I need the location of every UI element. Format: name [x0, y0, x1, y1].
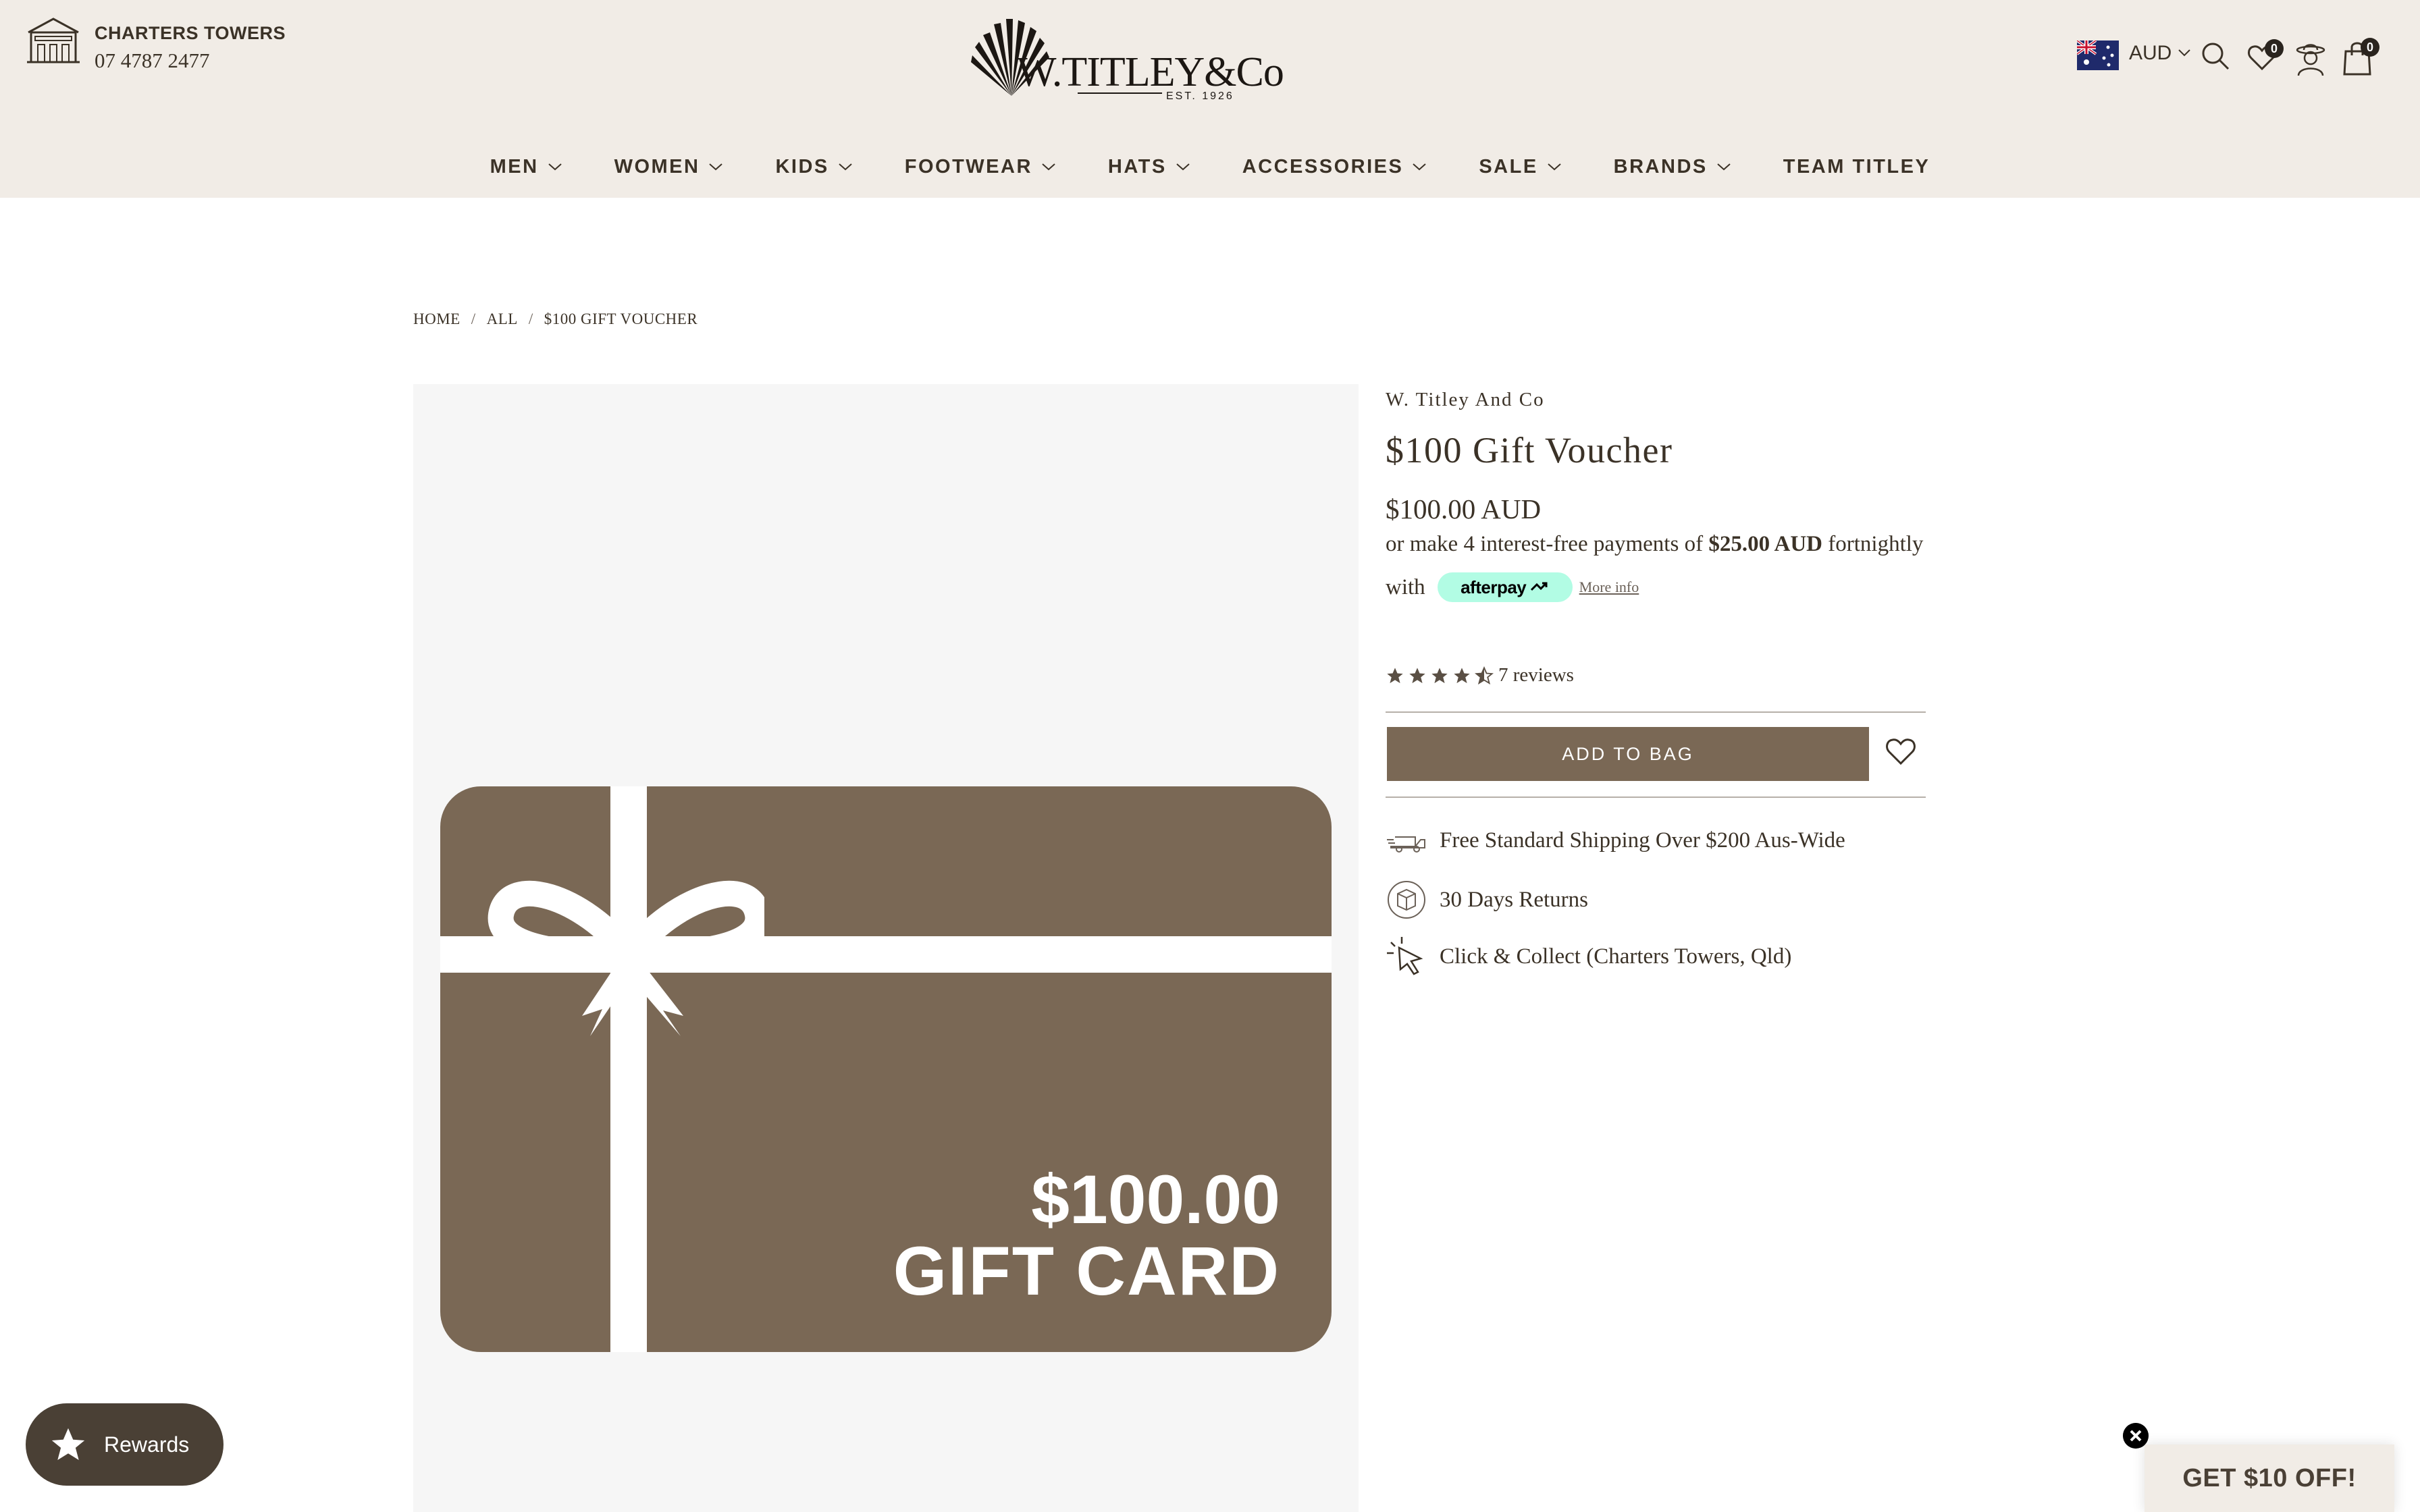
- nav-item-label: KIDS: [775, 155, 829, 178]
- breadcrumb-home[interactable]: HOME: [413, 310, 461, 328]
- close-icon[interactable]: [2123, 1423, 2149, 1449]
- afterpay-with-row: with afterpay More info: [1386, 572, 1639, 602]
- afterpay-logo: afterpay: [1437, 572, 1573, 602]
- nav-item-footwear[interactable]: FOOTWEAR: [905, 150, 1057, 184]
- gift-card-amount: $100.00: [1031, 1161, 1280, 1238]
- divider: [1386, 711, 1926, 713]
- discount-label: GET $10 OFF!: [2182, 1463, 2357, 1492]
- header-tools: AUD 0 0: [2077, 36, 2388, 78]
- breadcrumb-current: $100 GIFT VOUCHER: [544, 310, 698, 327]
- nav-item-men[interactable]: MEN: [490, 150, 563, 184]
- chevron-down-icon: [839, 163, 852, 171]
- afterpay-with: with: [1386, 574, 1425, 599]
- usp-click-collect: Click & Collect (Charters Towers, Qld): [1386, 936, 1791, 977]
- star-icon: [1409, 667, 1425, 683]
- nav-item-women[interactable]: WOMEN: [614, 150, 725, 184]
- divider: [1386, 796, 1926, 798]
- usp-text: Click & Collect (Charters Towers, Qld): [1440, 944, 1792, 969]
- nav-item-label: ACCESSORIES: [1242, 155, 1404, 178]
- bag-button[interactable]: 0: [2339, 38, 2379, 77]
- australia-flag-icon[interactable]: [2077, 40, 2119, 70]
- chevron-down-icon: [1548, 163, 1561, 171]
- afterpay-loop-icon: [1531, 582, 1548, 591]
- star-icon: [1431, 667, 1448, 683]
- site-header: CHARTERS TOWERS 07 4787 2477 W.TITLEY&Co…: [0, 0, 2420, 198]
- breadcrumb: HOME / ALL / $100 GIFT VOUCHER: [413, 310, 698, 328]
- breadcrumb-separator: /: [471, 310, 476, 327]
- currency-selector[interactable]: AUD: [2129, 42, 2172, 65]
- chevron-down-icon: [1176, 163, 1190, 171]
- usp-free-shipping: Free Standard Shipping Over $200 Aus-Wid…: [1386, 819, 1845, 861]
- usp-text: Free Standard Shipping Over $200 Aus-Wid…: [1440, 828, 1845, 853]
- search-icon[interactable]: [2200, 40, 2231, 72]
- returns-box-icon: [1388, 881, 1425, 919]
- product-title: $100 Gift Voucher: [1386, 430, 1673, 470]
- product-price: $100.00 AUD: [1386, 493, 1542, 524]
- chevron-down-icon: [548, 163, 562, 171]
- nav-item-label: MEN: [490, 155, 539, 178]
- usp-text: 30 Days Returns: [1440, 887, 1588, 912]
- nav-item-label: FOOTWEAR: [904, 155, 1032, 178]
- nav-item-label: BRANDS: [1613, 155, 1708, 178]
- gift-card-image: $100.00 GIFT CARD: [440, 786, 1332, 1352]
- logo-est: EST. 1926: [1162, 90, 1234, 103]
- site-logo[interactable]: W.TITLEY&Co EST. 1926: [970, 15, 1284, 104]
- nav-item-label: WOMEN: [614, 155, 700, 178]
- chevron-down-icon: [1717, 163, 1731, 171]
- add-to-wishlist-heart-icon[interactable]: [1884, 734, 1918, 768]
- nav-item-accessories[interactable]: ACCESSORIES: [1242, 150, 1428, 184]
- click-cursor-icon: [1387, 937, 1423, 975]
- breadcrumb-all[interactable]: ALL: [487, 310, 518, 328]
- product-vendor[interactable]: W. Titley And Co: [1386, 389, 1545, 411]
- store-icon[interactable]: [24, 16, 82, 65]
- nav-item-team-titley[interactable]: TEAM TITLEY: [1783, 150, 1930, 184]
- afterpay-amount: $25.00 AUD: [1708, 532, 1822, 556]
- nav-item-kids[interactable]: KIDS: [775, 150, 853, 184]
- nav-item-label: TEAM TITLEY: [1783, 155, 1930, 178]
- store-phone[interactable]: 07 4787 2477: [95, 49, 210, 73]
- nav-item-sale[interactable]: SALE: [1479, 150, 1562, 184]
- nav-item-label: SALE: [1479, 155, 1538, 178]
- gift-bow-icon: [488, 880, 764, 1036]
- afterpay-prefix: or make 4 interest-free payments of: [1386, 532, 1704, 556]
- delivery-truck-icon: [1387, 836, 1425, 853]
- chevron-down-icon: [1413, 163, 1426, 171]
- breadcrumb-separator: /: [528, 310, 533, 327]
- discount-tab[interactable]: GET $10 OFF!: [2145, 1444, 2394, 1512]
- nav-item-label: HATS: [1107, 155, 1167, 178]
- bag-count-badge: 0: [2361, 38, 2379, 57]
- rewards-label: Rewards: [104, 1432, 190, 1457]
- chevron-down-icon: [1042, 163, 1055, 171]
- rewards-launcher[interactable]: Rewards: [26, 1403, 223, 1486]
- gift-card-caption: GIFT CARD: [893, 1233, 1280, 1310]
- half-star-icon: [1475, 666, 1494, 684]
- usp-returns: 30 Days Returns: [1386, 879, 1588, 921]
- star-icon: [1387, 667, 1403, 683]
- chevron-down-icon[interactable]: [2177, 47, 2192, 58]
- nav-item-hats[interactable]: HATS: [1108, 150, 1191, 184]
- afterpay-message: or make 4 interest-free payments of $25.…: [1386, 532, 1923, 557]
- product-rating[interactable]: 7 reviews: [1386, 664, 1574, 686]
- store-name[interactable]: CHARTERS TOWERS: [95, 23, 286, 44]
- afterpay-suffix: fortnightly: [1828, 532, 1924, 556]
- afterpay-logo-text: afterpay: [1461, 576, 1527, 597]
- afterpay-more-info-link[interactable]: More info: [1579, 578, 1639, 596]
- star-icon: [51, 1428, 85, 1460]
- add-to-bag-button[interactable]: ADD TO BAG: [1387, 727, 1869, 781]
- nav-item-brands[interactable]: BRANDS: [1614, 150, 1732, 184]
- main-nav: MEN WOMEN KIDS FOOTWEAR HATS ACCESSORIES…: [0, 150, 2420, 184]
- wishlist-count-badge: 0: [2265, 39, 2284, 58]
- chevron-down-icon: [709, 163, 723, 171]
- logo-wordmark: W.TITLEY&Co: [1017, 49, 1284, 95]
- star-icon: [1454, 667, 1470, 683]
- account-icon[interactable]: [2292, 39, 2330, 77]
- wishlist-button[interactable]: 0: [2246, 39, 2284, 74]
- reviews-count[interactable]: 7 reviews: [1498, 664, 1574, 686]
